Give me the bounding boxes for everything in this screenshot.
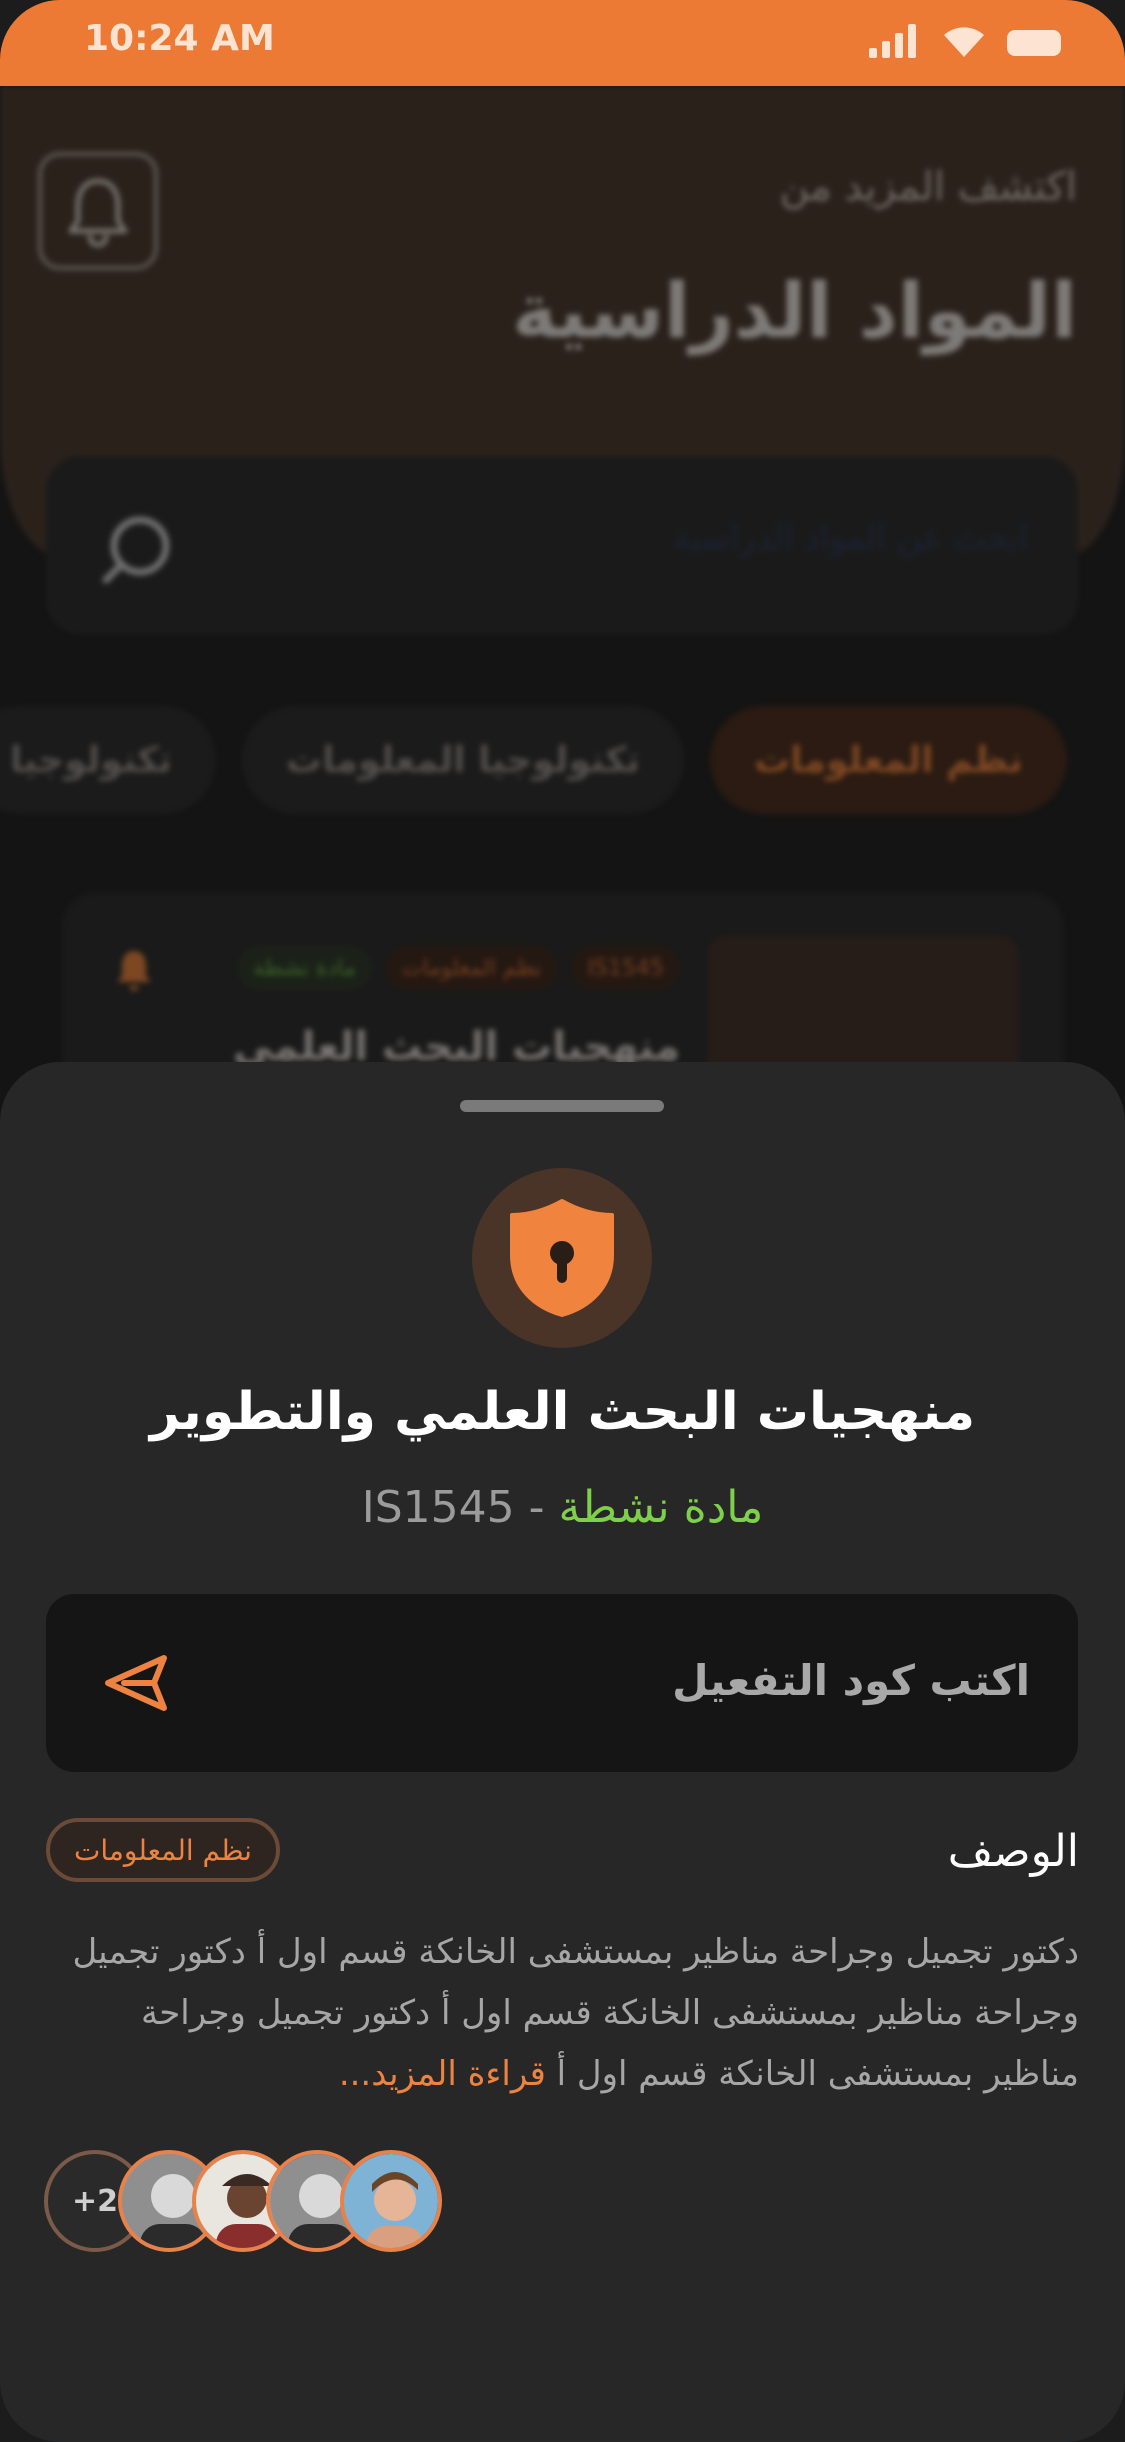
course-description: دكتور تجميل وجراحة مناظير بمستشفى الخانك… <box>39 1922 1079 2105</box>
send-icon <box>105 1655 167 1711</box>
shield-lock-icon <box>510 1199 614 1317</box>
status-bar: 10:24 AM <box>0 0 1125 86</box>
status-time: 10:24 AM <box>84 18 275 59</box>
course-title: منهجيات البحث العلمي والتطوير <box>149 1382 976 1442</box>
sheet-drag-handle[interactable] <box>460 1100 664 1112</box>
activation-code-field[interactable]: اكتب كود التفعيل <box>46 1594 1078 1772</box>
status-icons <box>869 24 1065 58</box>
send-button[interactable] <box>102 1652 172 1718</box>
description-text: دكتور تجميل وجراحة مناظير بمستشفى الخانك… <box>72 1932 1079 2094</box>
battery-icon <box>1007 30 1061 56</box>
phone-screen: 10:24 AM اكتشف المزيد من المواد الدراسية… <box>0 0 1125 2442</box>
course-code: IS1545 <box>361 1482 515 1533</box>
course-status: مادة نشطة <box>558 1482 764 1533</box>
description-heading: الوصف <box>947 1826 1079 1877</box>
course-bottom-sheet: منهجيات البحث العلمي والتطوير IS1545 - م… <box>0 1062 1125 2442</box>
signal-icon <box>869 24 916 58</box>
course-meta: IS1545 - مادة نشطة <box>0 1482 1125 1533</box>
category-chip[interactable]: نظم المعلومات <box>46 1818 280 1882</box>
meta-separator: - <box>514 1482 559 1533</box>
enrolled-avatars[interactable]: +2 <box>44 2150 464 2258</box>
read-more-link[interactable]: قراءة المزيد... <box>339 2054 546 2094</box>
avatar <box>340 2150 442 2252</box>
activation-code-placeholder: اكتب كود التفعيل <box>672 1656 1030 1705</box>
wifi-icon <box>944 27 984 57</box>
lock-badge <box>472 1168 652 1348</box>
